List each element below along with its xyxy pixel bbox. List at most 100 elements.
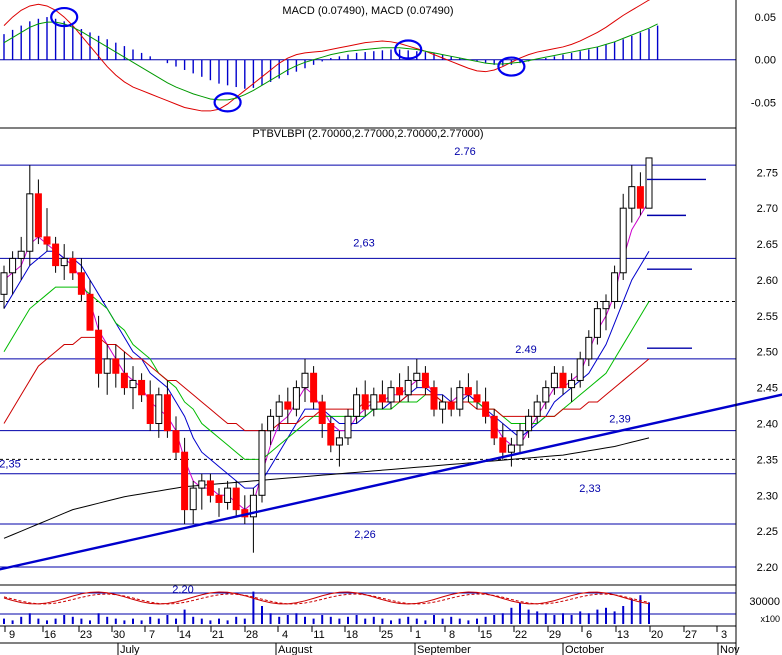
price-tick-label: 2.20 <box>757 562 778 574</box>
x-tick-label: 1 <box>415 629 421 641</box>
candle-up <box>550 372 558 389</box>
candle-up <box>628 186 636 209</box>
x-tick-label: 11 <box>313 629 324 641</box>
candle-down <box>473 394 481 403</box>
price-tick-label: 2.55 <box>757 311 778 323</box>
candle-down <box>421 372 429 389</box>
x-tick-label: 30 <box>113 629 125 641</box>
candle-up <box>189 487 197 511</box>
candle-down <box>138 379 146 396</box>
price-tick-label: 2.65 <box>757 239 778 251</box>
level-label: 2,33 <box>579 483 600 495</box>
x-tick-label: 13 <box>617 629 629 641</box>
month-label: October <box>565 644 604 655</box>
level-label: 2,35 <box>0 458 21 470</box>
candle-up <box>335 437 343 446</box>
candle-down <box>86 293 94 331</box>
candle-down <box>215 494 223 503</box>
oscillator-signal-line <box>3 593 650 605</box>
candle-down <box>163 394 171 432</box>
x-tick-label: 23 <box>80 629 92 641</box>
candle-down <box>52 243 60 267</box>
candle-up <box>60 257 68 267</box>
price-tick-label: 2.45 <box>757 383 778 395</box>
level-label: 2.49 <box>515 344 536 356</box>
candle-down <box>181 451 189 511</box>
candle-down <box>559 372 567 389</box>
candle-down <box>112 358 120 374</box>
x-tick-label: 20 <box>651 629 663 641</box>
x-tick-label: 6 <box>586 629 592 641</box>
candle-up <box>525 415 533 432</box>
candle-up <box>413 372 421 381</box>
candle-down <box>482 401 490 417</box>
level-label: 2,63 <box>353 237 374 249</box>
candle-down <box>378 394 386 403</box>
candle-up <box>103 358 111 374</box>
x-tick-label: 21 <box>212 629 224 641</box>
candle-up <box>576 358 584 381</box>
candle-up <box>593 308 601 338</box>
level-label: 2,26 <box>354 529 375 541</box>
candle-down <box>206 480 214 496</box>
price-tick-label: 2.35 <box>757 454 778 466</box>
candle-up <box>0 272 8 295</box>
candle-up <box>439 401 447 410</box>
x-tick-label: 3 <box>721 629 727 641</box>
moving-average-ma-200 <box>3 437 650 539</box>
candle-up <box>344 415 352 439</box>
candle-down <box>69 257 77 274</box>
candle-up <box>129 379 137 389</box>
price-tick-label: 2.40 <box>757 419 778 431</box>
candle-up <box>26 193 34 252</box>
candle-up <box>611 272 619 302</box>
price-tick-label: 2.70 <box>757 203 778 215</box>
candle-down <box>490 415 498 439</box>
candle-up <box>619 207 627 274</box>
macd-panel: 0.05 0.00 -0.05 <box>0 0 776 129</box>
macd-tick-label: 0.05 <box>755 12 776 24</box>
level-label: 2.20 <box>172 584 193 596</box>
price-tick-label: 2.25 <box>757 526 778 538</box>
candle-up <box>507 444 515 453</box>
candle-up <box>585 336 593 360</box>
candle-up <box>267 415 275 432</box>
volume-unit-label: x100 <box>760 614 780 624</box>
candle-down <box>120 372 128 389</box>
candle-up <box>387 387 395 403</box>
candle-up <box>602 300 610 310</box>
candle-down <box>396 387 404 396</box>
candle-up <box>516 430 524 446</box>
price-title: PTBVLBPI (2.70000,2.77000,2.70000,2.7700… <box>252 128 483 140</box>
volume-panel: 30000 x100 <box>0 591 780 624</box>
candle-up <box>370 394 378 410</box>
x-tick-label: 7 <box>149 629 155 641</box>
candle-down <box>430 387 438 410</box>
x-tick-label: 25 <box>381 629 393 641</box>
x-tick-label: 9 <box>9 629 15 641</box>
x-tick-label: 28 <box>246 629 258 641</box>
candle-down <box>172 430 180 453</box>
candle-down <box>310 372 318 403</box>
macd-crossover-circle <box>213 92 242 113</box>
candle-down <box>284 401 292 410</box>
candle-up <box>568 379 576 389</box>
macd-tick-label: -0.05 <box>751 97 776 109</box>
candle-up <box>17 250 25 259</box>
candle-down <box>464 387 472 396</box>
candle-up <box>155 394 163 425</box>
x-tick-label: 27 <box>685 629 697 641</box>
stock-chart: 0.050.00-0.05 2.762,632.492,392,332,262.… <box>0 0 782 655</box>
candle-down <box>636 186 644 209</box>
candle-up <box>275 401 283 417</box>
macd-title: MACD (0.07490), MACD (0.07490) <box>282 5 453 17</box>
level-label: 2,39 <box>609 414 630 426</box>
candle-down <box>34 193 42 238</box>
candle-down <box>318 401 326 425</box>
month-label: Nov <box>720 644 740 655</box>
candle-up <box>542 387 550 403</box>
price-tick-label: 2.50 <box>757 347 778 359</box>
candle-down <box>95 329 103 374</box>
candle-up <box>353 394 361 417</box>
price-panel: 2.76 2,63 2.49 2,39 2,33 2,26 2.20 2,35 2.75 2.70… <box>0 146 782 596</box>
